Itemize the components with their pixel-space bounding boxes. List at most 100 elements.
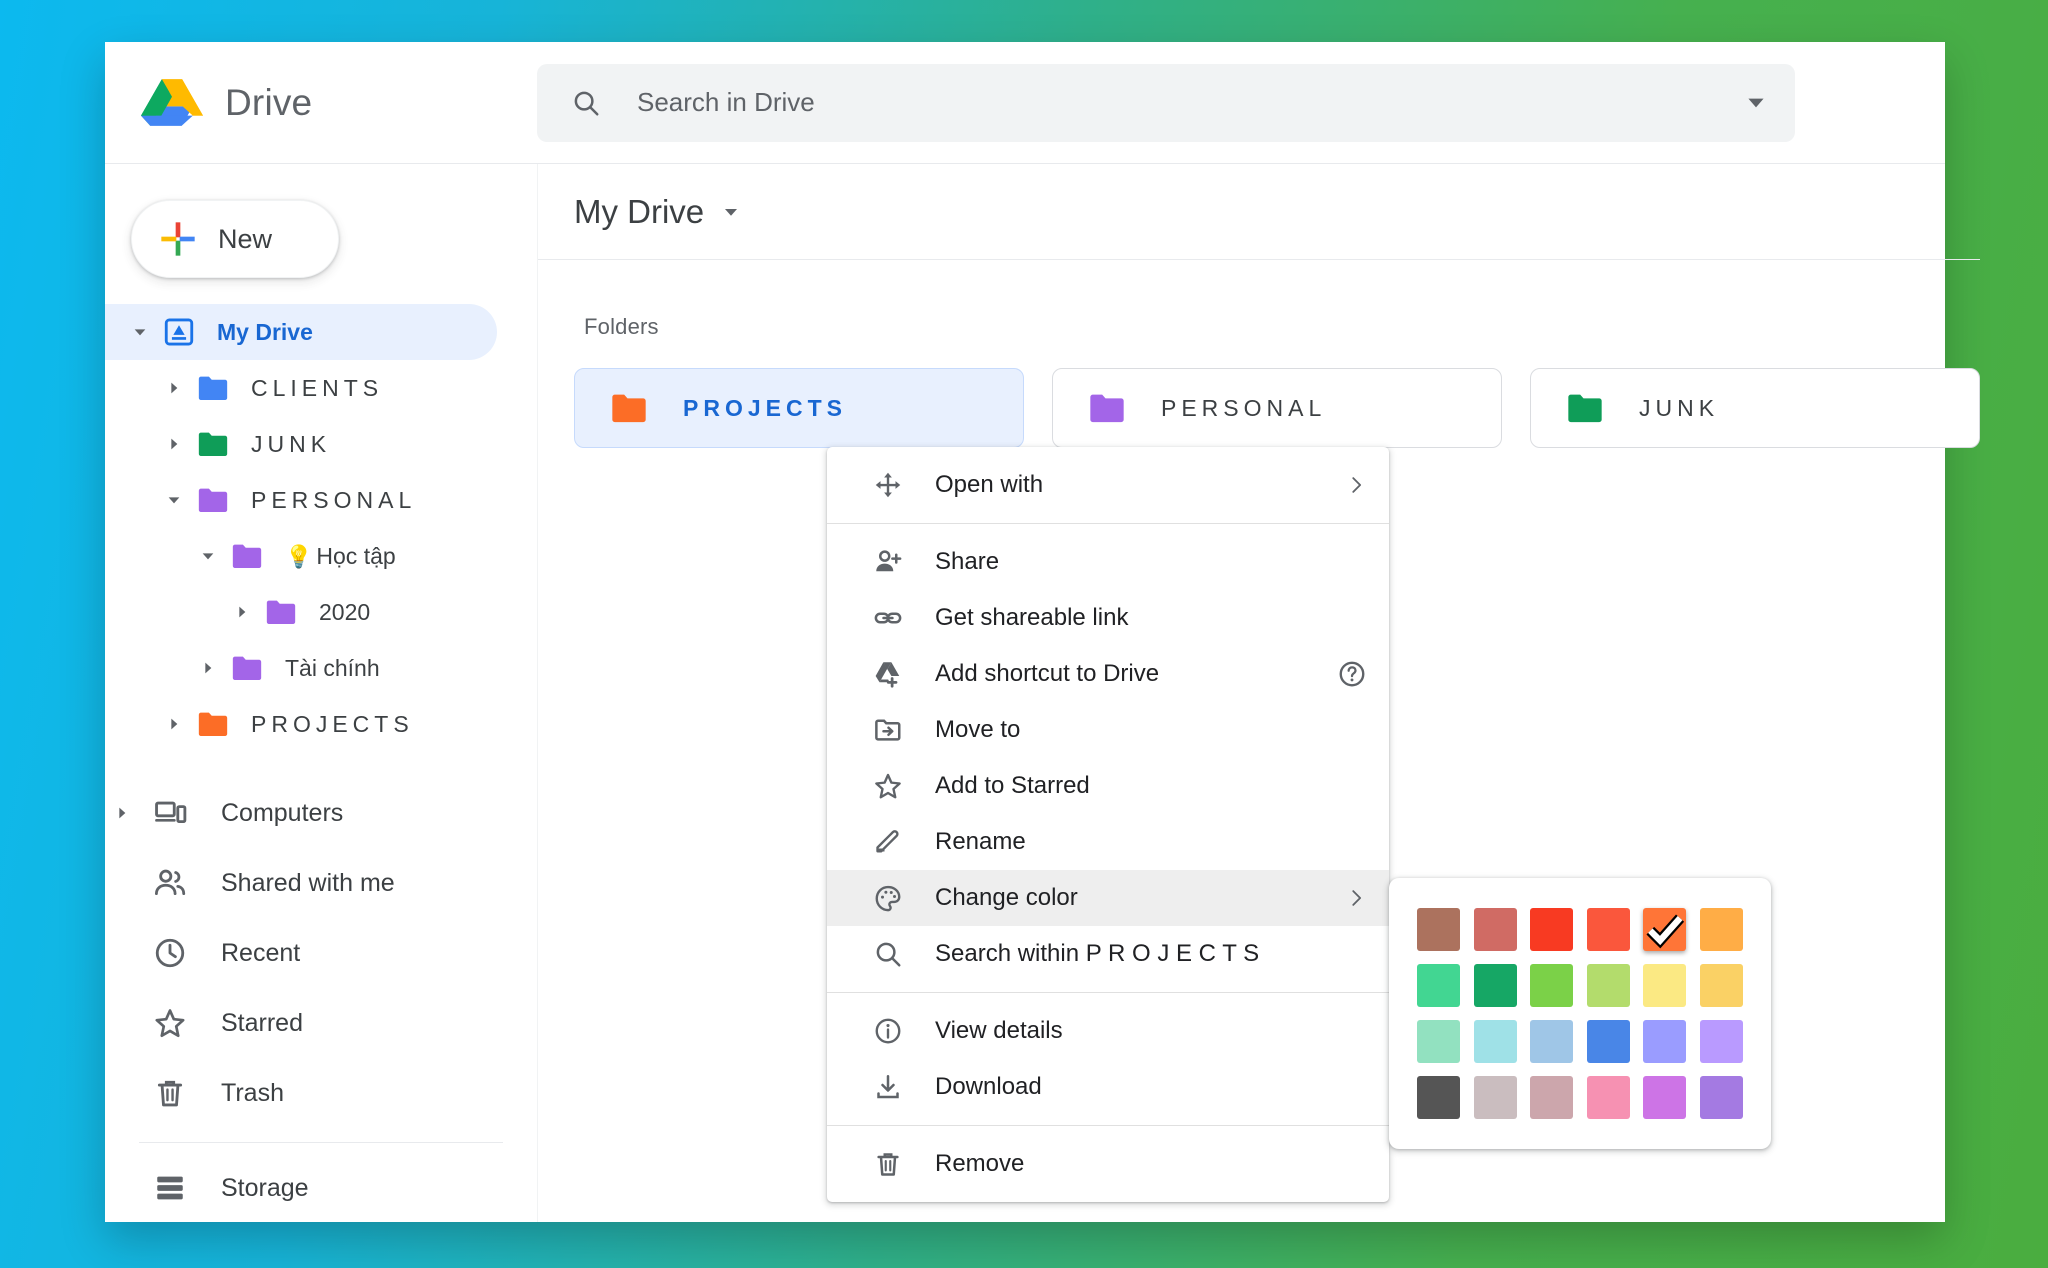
brand[interactable]: Drive	[105, 75, 537, 130]
sidebar-item-recent[interactable]: Recent	[105, 918, 537, 988]
folder-tree: My Drive CLIENTS JUNK PERSONAL 💡 Học tập 2020 T…	[105, 304, 537, 752]
sidebar-item-starred[interactable]: Starred	[105, 988, 537, 1058]
menu-item-change-color[interactable]: Change color	[827, 870, 1389, 926]
color-swatch[interactable]	[1473, 964, 1517, 1007]
color-swatch[interactable]	[1473, 908, 1517, 951]
folder-icon	[191, 371, 235, 405]
color-swatch[interactable]	[1530, 1076, 1573, 1119]
menu-item-download[interactable]: Download	[827, 1059, 1389, 1115]
new-button[interactable]: New	[131, 200, 339, 278]
menu-item-share[interactable]: Share	[827, 534, 1389, 590]
caret-down-icon[interactable]	[722, 203, 740, 221]
menu-item-open-with[interactable]: Open with	[827, 457, 1389, 513]
folder-card-projects[interactable]: PROJECTS	[574, 368, 1024, 448]
tree-item-học-tập[interactable]: 💡 Học tập	[105, 528, 537, 584]
caret-right-icon[interactable]	[157, 380, 191, 396]
folder-card-junk[interactable]: JUNK	[1530, 368, 1980, 448]
menu-item-label: Rename	[935, 828, 1026, 855]
caret-down-icon[interactable]	[157, 492, 191, 508]
menu-item-search-within-p-r-o-j-e-c-t-s[interactable]: Search within P R O J E C T S	[827, 926, 1389, 982]
search-bar[interactable]	[537, 63, 1795, 142]
color-swatch[interactable]	[1417, 908, 1460, 951]
folder-card-personal[interactable]: PERSONAL	[1052, 368, 1502, 448]
menu-item-get-shareable-link[interactable]: Get shareable link	[827, 590, 1389, 646]
palette-icon	[871, 883, 905, 913]
color-swatch[interactable]	[1643, 908, 1686, 951]
color-swatch[interactable]	[1530, 908, 1573, 951]
menu-item-label: View details	[935, 1017, 1063, 1044]
tree-item-clients[interactable]: CLIENTS	[105, 360, 537, 416]
menu-item-label: Search within P R O J E C T S	[935, 940, 1260, 967]
color-swatch[interactable]	[1586, 964, 1630, 1007]
search-input[interactable]	[601, 87, 1743, 118]
sidebar-item-shared-with-me[interactable]: Shared with me	[105, 848, 537, 918]
tree-item-personal[interactable]: PERSONAL	[105, 472, 537, 528]
menu-item-add-to-starred[interactable]: Add to Starred	[827, 758, 1389, 814]
sidebar-item-label: Recent	[221, 938, 301, 967]
drive-logo-icon	[141, 79, 203, 126]
chevron-down-icon[interactable]	[1743, 90, 1769, 116]
color-swatch[interactable]	[1643, 1076, 1686, 1119]
menu-item-move-to[interactable]: Move to	[827, 702, 1389, 758]
move-arrows-icon	[871, 470, 905, 500]
caret-right-icon[interactable]	[191, 660, 225, 676]
color-swatch[interactable]	[1530, 1020, 1573, 1063]
folder-icon	[191, 483, 235, 517]
star-icon	[871, 771, 905, 801]
folder-icon	[1087, 388, 1127, 428]
color-swatch[interactable]	[1530, 964, 1573, 1007]
color-swatch[interactable]	[1643, 964, 1686, 1007]
color-swatch[interactable]	[1699, 908, 1743, 951]
color-swatch[interactable]	[1473, 1020, 1517, 1063]
tree-item-my-drive[interactable]: My Drive	[105, 304, 497, 360]
tree-item-projects[interactable]: PROJECTS	[105, 696, 537, 752]
sidebar-item-computers[interactable]: Computers	[105, 778, 537, 848]
help-icon[interactable]	[1337, 659, 1367, 689]
folder-icon	[259, 595, 303, 629]
menu-item-label: Remove	[935, 1150, 1025, 1177]
color-swatch[interactable]	[1586, 1020, 1630, 1063]
color-swatch[interactable]	[1417, 1020, 1460, 1063]
tree-item-label: My Drive	[217, 318, 313, 345]
caret-down-icon[interactable]	[123, 324, 157, 340]
menu-item-view-details[interactable]: View details	[827, 1003, 1389, 1059]
drive-add-icon	[871, 659, 905, 689]
folder-card-name: PROJECTS	[683, 394, 847, 421]
menu-separator	[827, 992, 1389, 993]
color-swatch[interactable]	[1586, 908, 1630, 951]
trash-icon	[139, 1076, 201, 1110]
folder-card-name: PERSONAL	[1161, 394, 1327, 421]
tree-item-junk[interactable]: JUNK	[105, 416, 537, 472]
download-icon	[871, 1072, 905, 1102]
tree-item-2020[interactable]: 2020	[105, 584, 537, 640]
color-swatch[interactable]	[1417, 1076, 1460, 1119]
sidebar-item-label: Starred	[221, 1008, 303, 1037]
tree-item-tài-chính[interactable]: Tài chính	[105, 640, 537, 696]
folder-icon	[191, 707, 235, 741]
caret-right-icon[interactable]	[157, 436, 191, 452]
menu-item-add-shortcut-to-drive[interactable]: Add shortcut to Drive	[827, 646, 1389, 702]
search-icon	[871, 939, 905, 969]
caret-down-icon[interactable]	[191, 548, 225, 564]
color-swatch[interactable]	[1417, 964, 1460, 1007]
color-swatch[interactable]	[1586, 1076, 1630, 1119]
menu-item-rename[interactable]: Rename	[827, 814, 1389, 870]
app-header: Drive	[105, 42, 1945, 164]
menu-item-label: Move to	[935, 716, 1021, 743]
sidebar-item-storage[interactable]: Storage	[105, 1153, 537, 1223]
color-swatch[interactable]	[1473, 1076, 1517, 1119]
caret-right-icon[interactable]	[225, 604, 259, 620]
menu-item-label: Get shareable link	[935, 604, 1129, 631]
color-swatch[interactable]	[1699, 964, 1743, 1007]
color-swatch[interactable]	[1643, 1020, 1686, 1063]
caret-right-icon[interactable]	[105, 805, 139, 821]
menu-item-remove[interactable]: Remove	[827, 1136, 1389, 1192]
new-button-label: New	[218, 223, 273, 254]
page-title: My Drive	[574, 192, 705, 230]
color-swatch[interactable]	[1699, 1020, 1743, 1063]
clock-icon	[139, 936, 201, 970]
swatch-grid	[1417, 908, 1743, 1119]
sidebar-item-trash[interactable]: Trash	[105, 1058, 537, 1128]
caret-right-icon[interactable]	[157, 716, 191, 732]
color-swatch[interactable]	[1699, 1076, 1743, 1119]
